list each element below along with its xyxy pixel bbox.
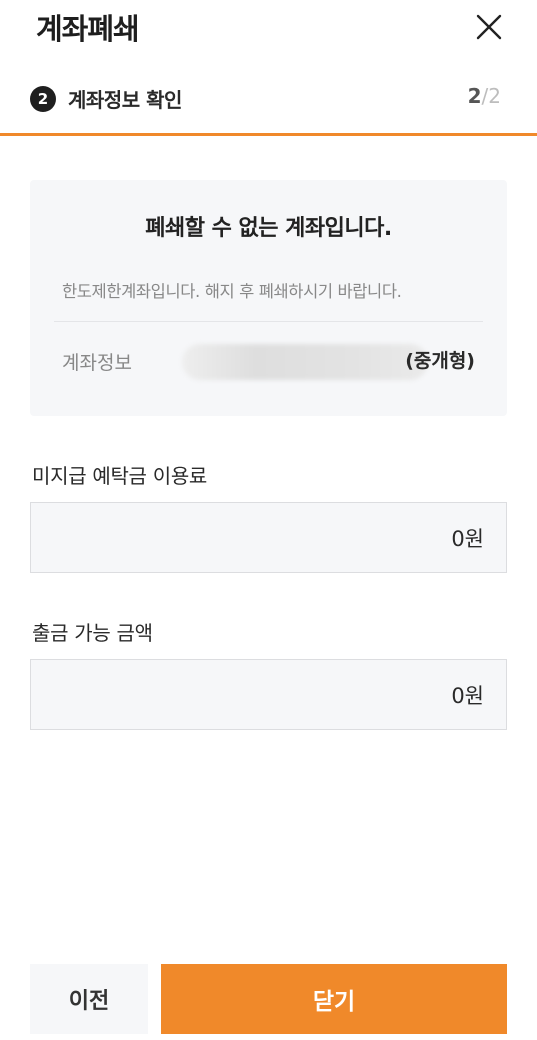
step-current: 2 bbox=[467, 84, 482, 108]
step-number-badge: 2 bbox=[30, 86, 56, 112]
account-type: (중개형) bbox=[405, 350, 475, 372]
notice-card: 폐쇄할 수 없는 계좌입니다. 한도제한계좌입니다. 해지 후 폐쇄하시기 바랍… bbox=[30, 180, 507, 416]
notice-title: 폐쇄할 수 없는 계좌입니다. bbox=[145, 216, 392, 241]
header: 계좌폐쇄 bbox=[0, 0, 537, 56]
progress-line bbox=[0, 133, 537, 136]
account-number-masked bbox=[182, 344, 428, 380]
withdrawable-amount-field: 0원 bbox=[30, 659, 507, 730]
unpaid-deposit-fee-value: 0원 bbox=[451, 527, 484, 551]
notice-description: 한도제한계좌입니다. 해지 후 폐쇄하시기 바랍니다. bbox=[62, 282, 402, 301]
step-progress: 2/2 bbox=[468, 84, 501, 108]
close-button[interactable]: 닫기 bbox=[161, 964, 507, 1034]
unpaid-deposit-fee-label: 미지급 예탁금 이용료 bbox=[32, 464, 208, 488]
withdrawable-amount-label: 출금 가능 금액 bbox=[32, 621, 153, 645]
divider bbox=[54, 321, 483, 322]
close-icon[interactable] bbox=[472, 10, 506, 44]
prev-button[interactable]: 이전 bbox=[30, 964, 148, 1034]
unpaid-deposit-fee-field: 0원 bbox=[30, 502, 507, 573]
step-indicator: 2 계좌정보 확인 2/2 bbox=[0, 78, 537, 118]
step-total: 2 bbox=[488, 84, 501, 108]
page-title: 계좌폐쇄 bbox=[36, 12, 140, 46]
step-label: 계좌정보 확인 bbox=[68, 88, 182, 112]
account-info-label: 계좌정보 bbox=[62, 352, 132, 374]
withdrawable-amount-value: 0원 bbox=[451, 684, 484, 708]
